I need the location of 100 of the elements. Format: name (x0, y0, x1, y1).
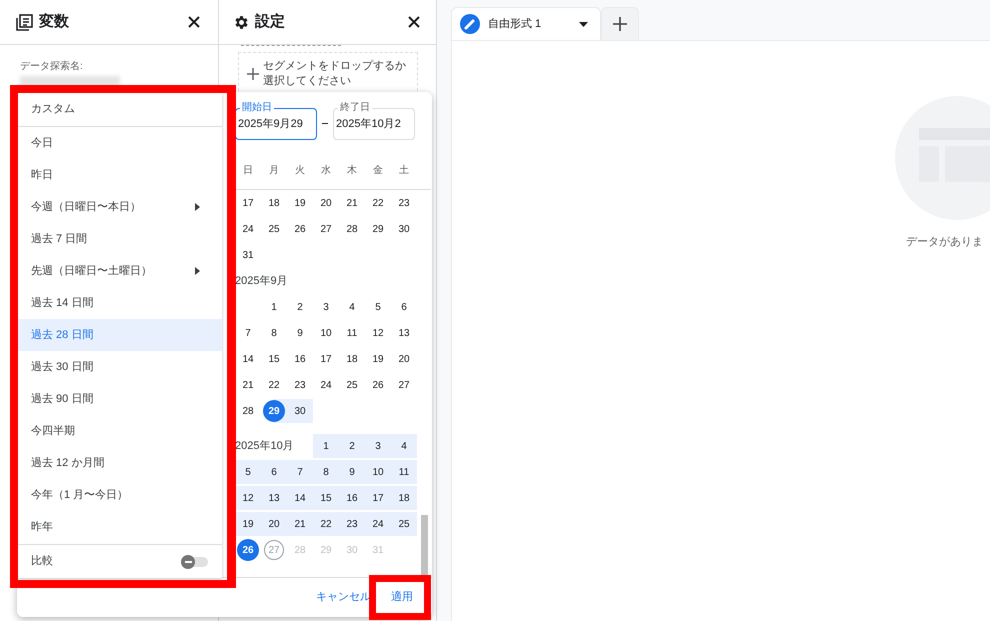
calendar-day[interactable]: 28 (346, 222, 358, 236)
date-preset-item[interactable]: 今四半期 (18, 415, 222, 447)
calendar-day[interactable]: 26 (294, 222, 306, 236)
calendar-day[interactable]: 29 (372, 222, 384, 236)
empty-message: データがありま (906, 235, 983, 250)
weekday-label: 木 (346, 164, 358, 178)
weekday-label: 月 (268, 164, 280, 178)
calendar-day[interactable]: 9 (297, 326, 303, 340)
date-preset-item[interactable]: 先週（日曜日〜土曜日） (18, 255, 222, 287)
calendar-day[interactable]: 25 (346, 378, 358, 392)
panel-title: 設定 (255, 12, 286, 32)
weekday-label: 土 (398, 164, 410, 178)
close-button[interactable] (186, 14, 202, 30)
calendar-day[interactable]: 27 (398, 378, 410, 392)
panel-title: 変数 (39, 12, 70, 32)
date-field-label: 終了日 (338, 102, 372, 114)
calendar-day[interactable]: 18 (346, 352, 358, 366)
calendar-day: 28 (294, 542, 306, 558)
selected-day[interactable]: 29 (263, 400, 285, 422)
date-preset-item[interactable]: 過去 30 日間 (18, 351, 222, 383)
month-label: 2025年10月 (235, 438, 295, 454)
date-preset-item[interactable]: 過去 7 日間 (18, 223, 222, 255)
calendar-day[interactable]: 30 (398, 222, 410, 236)
calendar-day: 31 (372, 542, 384, 558)
add-tab-button[interactable] (601, 7, 639, 40)
calendar-day[interactable]: 19 (294, 196, 306, 210)
caret-icon[interactable] (579, 22, 588, 26)
calendar-day[interactable]: 25 (268, 222, 280, 236)
settings-icon (233, 14, 250, 30)
weekday-label: 日 (242, 164, 254, 178)
calendar-day[interactable]: 23 (398, 196, 410, 210)
plus-icon (247, 68, 259, 80)
calendar-day[interactable]: 10 (320, 326, 332, 340)
date-preset-item[interactable]: 過去 12 か月間 (18, 447, 222, 479)
calendar-day[interactable]: 5 (375, 300, 381, 314)
calendar-day[interactable]: 21 (242, 378, 254, 392)
calendar-day[interactable]: 5 (245, 464, 251, 480)
date-preset-item[interactable]: 昨日 (18, 159, 222, 191)
date-preset-item[interactable]: 昨年 (18, 511, 222, 543)
calendar-day[interactable]: 20 (398, 352, 410, 366)
compare-toggle[interactable] (181, 554, 209, 568)
calendar-day[interactable]: 27 (320, 222, 332, 236)
calendar-day[interactable]: 7 (245, 326, 251, 340)
apply-button[interactable]: 適用 (387, 585, 417, 610)
calendar-day[interactable]: 24 (242, 222, 254, 236)
calendar-day[interactable]: 23 (294, 378, 306, 392)
calendar-day[interactable]: 22 (372, 196, 384, 210)
date-preset-item[interactable]: 今日 (18, 127, 222, 159)
calendar-day[interactable]: 12 (372, 326, 384, 340)
weekday-label: 火 (294, 164, 306, 178)
scrollbar-thumb[interactable] (421, 515, 428, 577)
calendar-day[interactable]: 17 (242, 196, 254, 210)
date-preset-item[interactable]: 過去 14 日間 (18, 287, 222, 319)
calendar-day[interactable]: 4 (401, 438, 407, 454)
tab-label: 自由形式 1 (488, 16, 542, 32)
date-preset-item[interactable]: 過去 28 日間 (18, 319, 222, 351)
weekday-label: 水 (320, 164, 332, 178)
calendar-day[interactable]: 9 (349, 464, 355, 480)
sheet-tab[interactable]: 自由形式 1 (451, 7, 601, 40)
calendar-day[interactable]: 20 (320, 196, 332, 210)
calendar-day[interactable]: 8 (323, 464, 329, 480)
segment-drop-text: セグメントをドロップするか選択してください (263, 59, 407, 89)
calendar-day[interactable]: 6 (401, 300, 407, 314)
calendar-day[interactable]: 7 (297, 464, 303, 480)
calendar-day[interactable]: 1 (323, 438, 329, 454)
calendar-day[interactable]: 18 (268, 196, 280, 210)
calendar-day: 29 (320, 542, 332, 558)
weekday-label: 金 (372, 164, 384, 178)
calendar-day[interactable]: 15 (268, 352, 280, 366)
calendar-day[interactable]: 14 (242, 352, 254, 366)
calendar-day[interactable]: 8 (271, 326, 277, 340)
calendar-day[interactable]: 28 (242, 404, 254, 418)
calendar-day[interactable]: 22 (268, 378, 280, 392)
calendar-day[interactable]: 31 (242, 248, 254, 262)
calendar-day[interactable]: 2 (297, 300, 303, 314)
close-button[interactable] (406, 14, 422, 30)
date-field-label: 開始日 (240, 102, 274, 114)
calendar-day[interactable]: 3 (375, 438, 381, 454)
calendar-day[interactable]: 4 (349, 300, 355, 314)
calendar-day[interactable]: 16 (294, 352, 306, 366)
date-value: 2025年9月29 (238, 116, 303, 132)
calendar-day[interactable]: 19 (372, 352, 384, 366)
calendar-day[interactable]: 26 (372, 378, 384, 392)
date-preset-item[interactable]: 過去 90 日間 (18, 383, 222, 415)
calendar-day[interactable]: 24 (320, 378, 332, 392)
calendar-day[interactable]: 3 (323, 300, 329, 314)
calendar-day[interactable]: 2 (349, 438, 355, 454)
calendar-day: 30 (346, 542, 358, 558)
calendar-day[interactable]: 1 (271, 300, 277, 314)
date-value: 2025年10月2 (336, 116, 401, 132)
calendar-day[interactable]: 17 (320, 352, 332, 366)
pencil-icon (460, 14, 480, 34)
compare-label: 比較 (31, 554, 54, 570)
calendar-day[interactable]: 11 (346, 326, 358, 340)
date-preset-item[interactable]: 今年（1 月〜今日） (18, 479, 222, 511)
calendar-day[interactable]: 6 (271, 464, 277, 480)
date-preset-item[interactable]: 今週（日曜日〜本日） (18, 191, 222, 223)
calendar-day[interactable]: 21 (346, 196, 358, 210)
selected-day[interactable]: 26 (237, 539, 259, 561)
calendar-day[interactable]: 13 (398, 326, 410, 340)
